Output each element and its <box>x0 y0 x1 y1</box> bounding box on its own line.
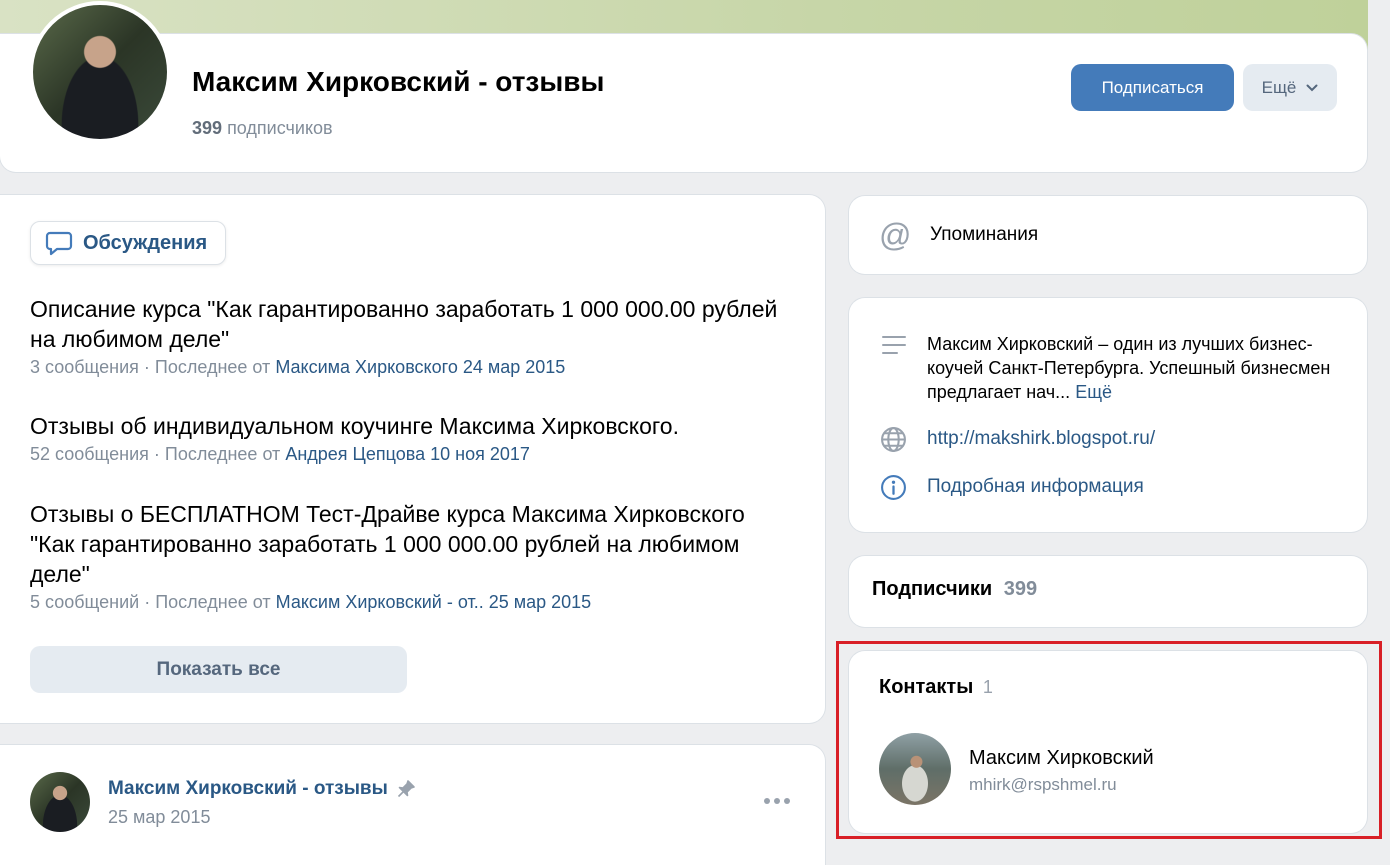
subscribers-label: подписчиков <box>227 118 333 138</box>
pin-icon <box>397 780 415 798</box>
description-text: Максим Хирковский – один из лучших бизне… <box>927 334 1331 402</box>
post-card <box>0 745 825 865</box>
subscribers-number: 399 <box>192 118 223 138</box>
topic-item[interactable]: Отзывы об индивидуальном коучинге Максим… <box>30 411 800 465</box>
description-lines-icon <box>882 336 906 354</box>
mentions-label[interactable]: Упоминания <box>930 224 1038 246</box>
topic-meta: 5 сообщений · Последнее от Максим Хирков… <box>30 592 790 613</box>
topic-author-link[interactable]: Максима Хирковского <box>275 357 458 377</box>
more-button-label: Ещё <box>1261 77 1297 97</box>
topic-author-link[interactable]: Максим Хирковский - от.. <box>276 592 484 612</box>
subscribers-count[interactable]: 399 подписчиков <box>192 118 333 139</box>
at-sign-icon: @ <box>879 217 912 253</box>
topic-meta: 3 сообщения · Последнее от Максима Хирко… <box>30 357 800 378</box>
topic-title[interactable]: Описание курса "Как гарантированно зараб… <box>30 294 800 354</box>
post-author[interactable]: Максим Хирковский - отзывы <box>108 778 416 800</box>
subscribers-title-label: Подписчики <box>872 578 993 600</box>
details-link[interactable]: Подробная информация <box>927 476 1144 498</box>
topic-author-link[interactable]: Андрея Цепцова <box>285 444 425 464</box>
tab-discussions-label: Обсуждения <box>83 231 208 254</box>
group-description: Максим Хирковский – один из лучших бизне… <box>927 332 1347 404</box>
more-button[interactable]: Ещё <box>1243 64 1337 111</box>
topic-meta-text: 3 сообщения · Последнее от <box>30 357 271 377</box>
subscribe-button[interactable]: Подписаться <box>1071 64 1234 111</box>
post-menu-icon[interactable] <box>764 798 790 804</box>
subscribers-title[interactable]: Подписчики 399 <box>872 578 1037 601</box>
topic-date-link[interactable]: 10 ноя 2017 <box>430 444 530 464</box>
chevron-down-icon <box>1306 84 1318 91</box>
topic-item[interactable]: Описание курса "Как гарантированно зараб… <box>30 294 800 378</box>
post-date[interactable]: 25 мар 2015 <box>108 807 210 828</box>
contacts-highlight-box <box>836 641 1382 839</box>
subscribers-title-count: 399 <box>1003 578 1038 600</box>
topic-item[interactable]: Отзывы о БЕСПЛАТНОМ Тест-Драйве курса Ма… <box>30 499 790 613</box>
topic-title[interactable]: Отзывы о БЕСПЛАТНОМ Тест-Драйве курса Ма… <box>30 499 790 589</box>
post-author-name[interactable]: Максим Хирковский - отзывы <box>108 778 388 800</box>
website-link[interactable]: http://makshirk.blogspot.ru/ <box>927 428 1155 450</box>
topic-meta: 52 сообщения · Последнее от Андрея Цепцо… <box>30 444 800 465</box>
globe-icon <box>881 427 906 452</box>
tab-discussions[interactable]: Обсуждения <box>30 221 226 265</box>
avatar[interactable] <box>30 772 90 832</box>
topic-date-link[interactable]: 25 мар 2015 <box>489 592 591 612</box>
mentions-card[interactable] <box>849 196 1367 274</box>
topic-date-link[interactable]: 24 мар 2015 <box>463 357 565 377</box>
show-all-button[interactable]: Показать все <box>30 646 407 693</box>
group-avatar[interactable] <box>29 1 171 143</box>
topic-meta-text: 5 сообщений · Последнее от <box>30 592 271 612</box>
chat-bubble-icon <box>45 231 73 256</box>
topic-title[interactable]: Отзывы об индивидуальном коучинге Максим… <box>30 411 800 441</box>
info-icon <box>881 475 906 500</box>
topic-meta-text: 52 сообщения · Последнее от <box>30 444 281 464</box>
page-title: Максим Хирковский - отзывы <box>192 66 605 97</box>
description-more-link[interactable]: Ещё <box>1075 382 1112 402</box>
